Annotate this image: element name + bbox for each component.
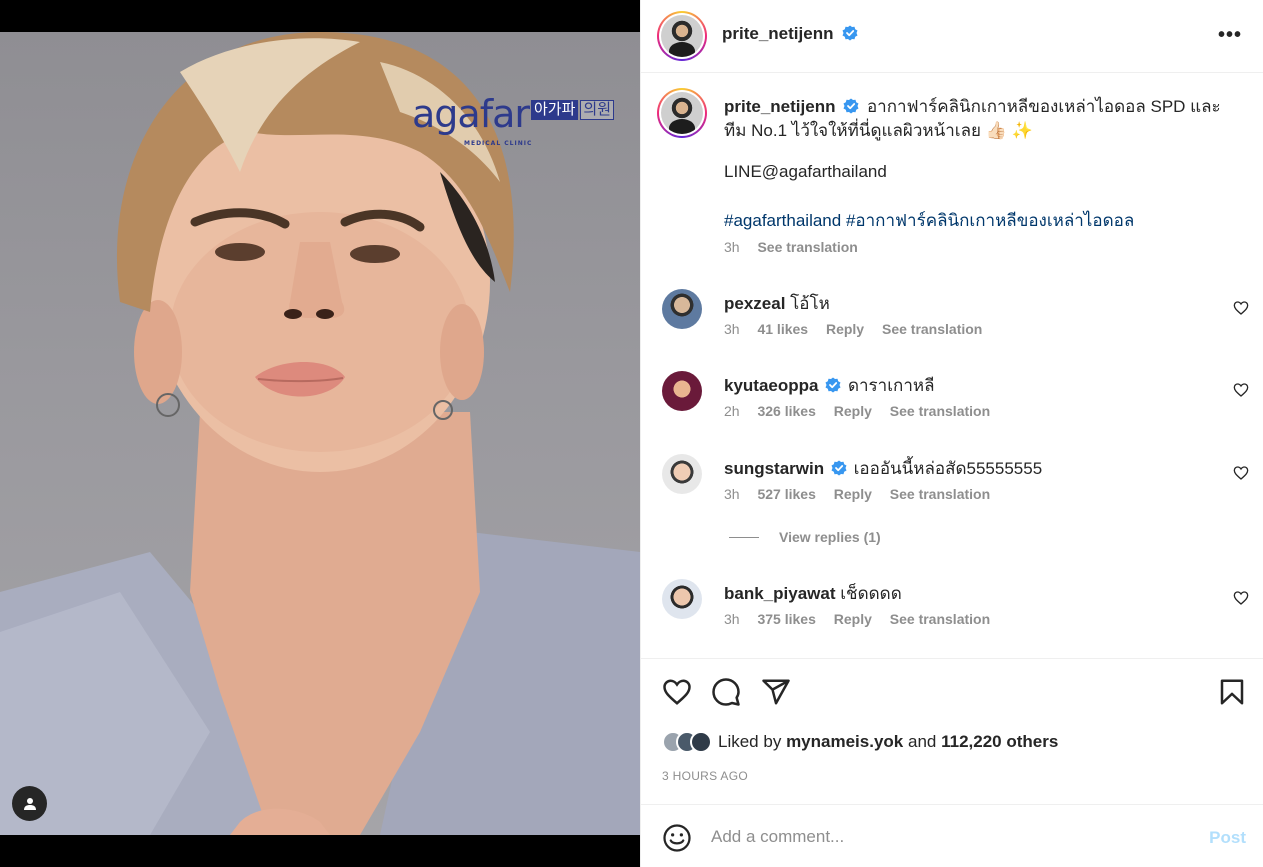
comment-time[interactable]: 3h — [724, 611, 740, 627]
emoji-icon[interactable] — [662, 823, 692, 853]
author-avatar[interactable] — [657, 11, 707, 61]
view-replies-button[interactable]: View replies (1) — [729, 529, 881, 545]
liked-by-text: Liked by mynameis.yok and 112,220 others — [718, 732, 1058, 752]
like-comment-heart-icon[interactable] — [1233, 300, 1249, 316]
post-actions: Liked by mynameis.yok and 112,220 others… — [641, 658, 1263, 803]
caption-hashtags: #agafarthailand #อากาฟาร์คลินิกเกาหลีของ… — [724, 207, 1134, 234]
caption: prite_netijenn อากาฟาร์คลินิกเกาหลีของเห… — [724, 95, 1224, 143]
see-translation-button[interactable]: See translation — [890, 486, 990, 502]
brand-korean: 의원 — [580, 100, 614, 120]
verified-badge-icon — [831, 460, 847, 476]
liker-username[interactable]: mynameis.yok — [786, 732, 903, 751]
commenter-avatar[interactable] — [662, 579, 702, 619]
caption-time[interactable]: 3h — [724, 239, 740, 255]
reply-button[interactable]: Reply — [834, 486, 872, 502]
see-translation-button[interactable]: See translation — [890, 403, 990, 419]
like-comment-heart-icon[interactable] — [1233, 465, 1249, 481]
comment-item: pexzeal โอ้โห 3h 41 likes Reply See tran… — [641, 283, 1263, 353]
comment-text: ดาราเกาหลี — [847, 376, 935, 395]
commenter-avatar[interactable] — [662, 454, 702, 494]
liker-avatar[interactable] — [690, 731, 712, 753]
comment-meta: 3h 527 likes Reply See translation — [724, 486, 1004, 502]
verified-badge-icon — [843, 98, 859, 114]
post-comment-button[interactable]: Post — [1209, 828, 1246, 848]
comment-text-row: pexzeal โอ้โห — [724, 290, 830, 317]
see-translation-button[interactable]: See translation — [890, 611, 990, 627]
portrait-illustration — [0, 32, 640, 835]
caption-avatar[interactable] — [657, 88, 707, 138]
caption-text-line1: อากาฟาร์คลินิกเกาหลีของเหล่าไอดอล SPD แล… — [866, 97, 1221, 116]
like-comment-heart-icon[interactable] — [1233, 590, 1249, 606]
hashtag-link[interactable]: #อากาฟาร์คลินิกเกาหลีของเหล่าไอดอล — [846, 211, 1134, 230]
liked-by-and: and — [907, 732, 937, 751]
save-bookmark-icon[interactable] — [1217, 677, 1247, 707]
commenter-avatar[interactable] — [662, 371, 702, 411]
commenter-username[interactable]: kyutaeoppa — [724, 376, 818, 395]
caption-meta: 3h See translation — [724, 239, 872, 255]
post-timestamp[interactable]: 3 HOURS AGO — [662, 769, 748, 783]
brand-korean-box: 아가파 — [530, 100, 579, 120]
comment-meta: 3h 375 likes Reply See translation — [724, 611, 1004, 627]
comment-likes[interactable]: 326 likes — [757, 403, 815, 419]
likes-count-link[interactable]: 112,220 others — [941, 732, 1058, 751]
comment-input[interactable] — [711, 823, 1171, 851]
comment-meta: 3h 41 likes Reply See translation — [724, 321, 996, 337]
reply-button[interactable]: Reply — [826, 321, 864, 337]
agafar-clinic-logo: agafar MEDICAL CLINIC 아가파 의원 — [412, 95, 614, 147]
liked-by-prefix: Liked by — [718, 732, 782, 751]
replies-divider — [729, 536, 759, 538]
comment-item: kyutaeoppa ดาราเกาหลี 2h 326 likes Reply… — [641, 365, 1263, 435]
add-comment-bar: Post — [641, 804, 1263, 867]
comment-text-row: kyutaeoppa ดาราเกาหลี — [724, 372, 935, 399]
commenter-username[interactable]: sungstarwin — [724, 459, 824, 478]
caption-username[interactable]: prite_netijenn — [724, 97, 835, 116]
comment-likes[interactable]: 375 likes — [757, 611, 815, 627]
post-detail-panel: prite_netijenn ••• prite_netijenn อากาฟา… — [640, 0, 1263, 867]
caption-line-id: LINE@agafarthailand — [724, 162, 887, 181]
share-send-icon[interactable] — [761, 677, 791, 707]
comment-likes[interactable]: 41 likes — [757, 321, 808, 337]
author-username[interactable]: prite_netijenn — [722, 24, 833, 43]
hashtag-link[interactable]: #agafarthailand — [724, 211, 841, 230]
post-header: prite_netijenn ••• — [641, 0, 1263, 73]
comment-text-row: bank_piyawat เช็ดดดด — [724, 580, 902, 607]
brand-subtext: MEDICAL CLINIC — [464, 140, 533, 147]
comment-text: เอออันนี้หล่อสัด55555555 — [853, 459, 1043, 478]
comment-meta: 2h 326 likes Reply See translation — [724, 403, 1004, 419]
comment-time[interactable]: 3h — [724, 321, 740, 337]
commenter-username[interactable]: bank_piyawat — [724, 584, 836, 603]
comment-text-row: sungstarwin เอออันนี้หล่อสัด55555555 — [724, 455, 1042, 482]
comment-item: bank_piyawat เช็ดดดด 3h 375 likes Reply … — [641, 573, 1263, 643]
see-translation-button[interactable]: See translation — [757, 239, 857, 255]
commenter-avatar[interactable] — [662, 289, 702, 329]
post-photo: agafar MEDICAL CLINIC 아가파 의원 — [0, 32, 640, 835]
verified-badge-icon — [825, 377, 841, 393]
user-tag-icon[interactable] — [12, 786, 47, 821]
comment-bubble-icon[interactable] — [711, 677, 741, 707]
reply-button[interactable]: Reply — [834, 611, 872, 627]
see-translation-button[interactable]: See translation — [882, 321, 982, 337]
reply-button[interactable]: Reply — [834, 403, 872, 419]
comment-time[interactable]: 2h — [724, 403, 740, 419]
more-options-button[interactable]: ••• — [1218, 24, 1242, 47]
view-replies-label: View replies (1) — [779, 529, 881, 545]
post-media[interactable]: agafar MEDICAL CLINIC 아가파 의원 — [0, 0, 640, 867]
liked-by-row: Liked by mynameis.yok and 112,220 others — [662, 731, 1058, 753]
like-comment-heart-icon[interactable] — [1233, 382, 1249, 398]
commenter-username[interactable]: pexzeal — [724, 294, 785, 313]
comment-likes[interactable]: 527 likes — [757, 486, 815, 502]
caption-text-line2: ทีม No.1 ไว้ใจให้ที่นี่ดูแลผิวหน้าเลย 👍🏻… — [724, 121, 1033, 140]
like-heart-icon[interactable] — [662, 677, 692, 707]
comment-text: โอ้โห — [790, 294, 830, 313]
verified-badge-icon — [842, 25, 858, 41]
comment-text: เช็ดดดด — [840, 584, 902, 603]
comment-time[interactable]: 3h — [724, 486, 740, 502]
comment-item: sungstarwin เอออันนี้หล่อสัด55555555 3h … — [641, 448, 1263, 518]
author-name-row: prite_netijenn — [722, 24, 858, 44]
